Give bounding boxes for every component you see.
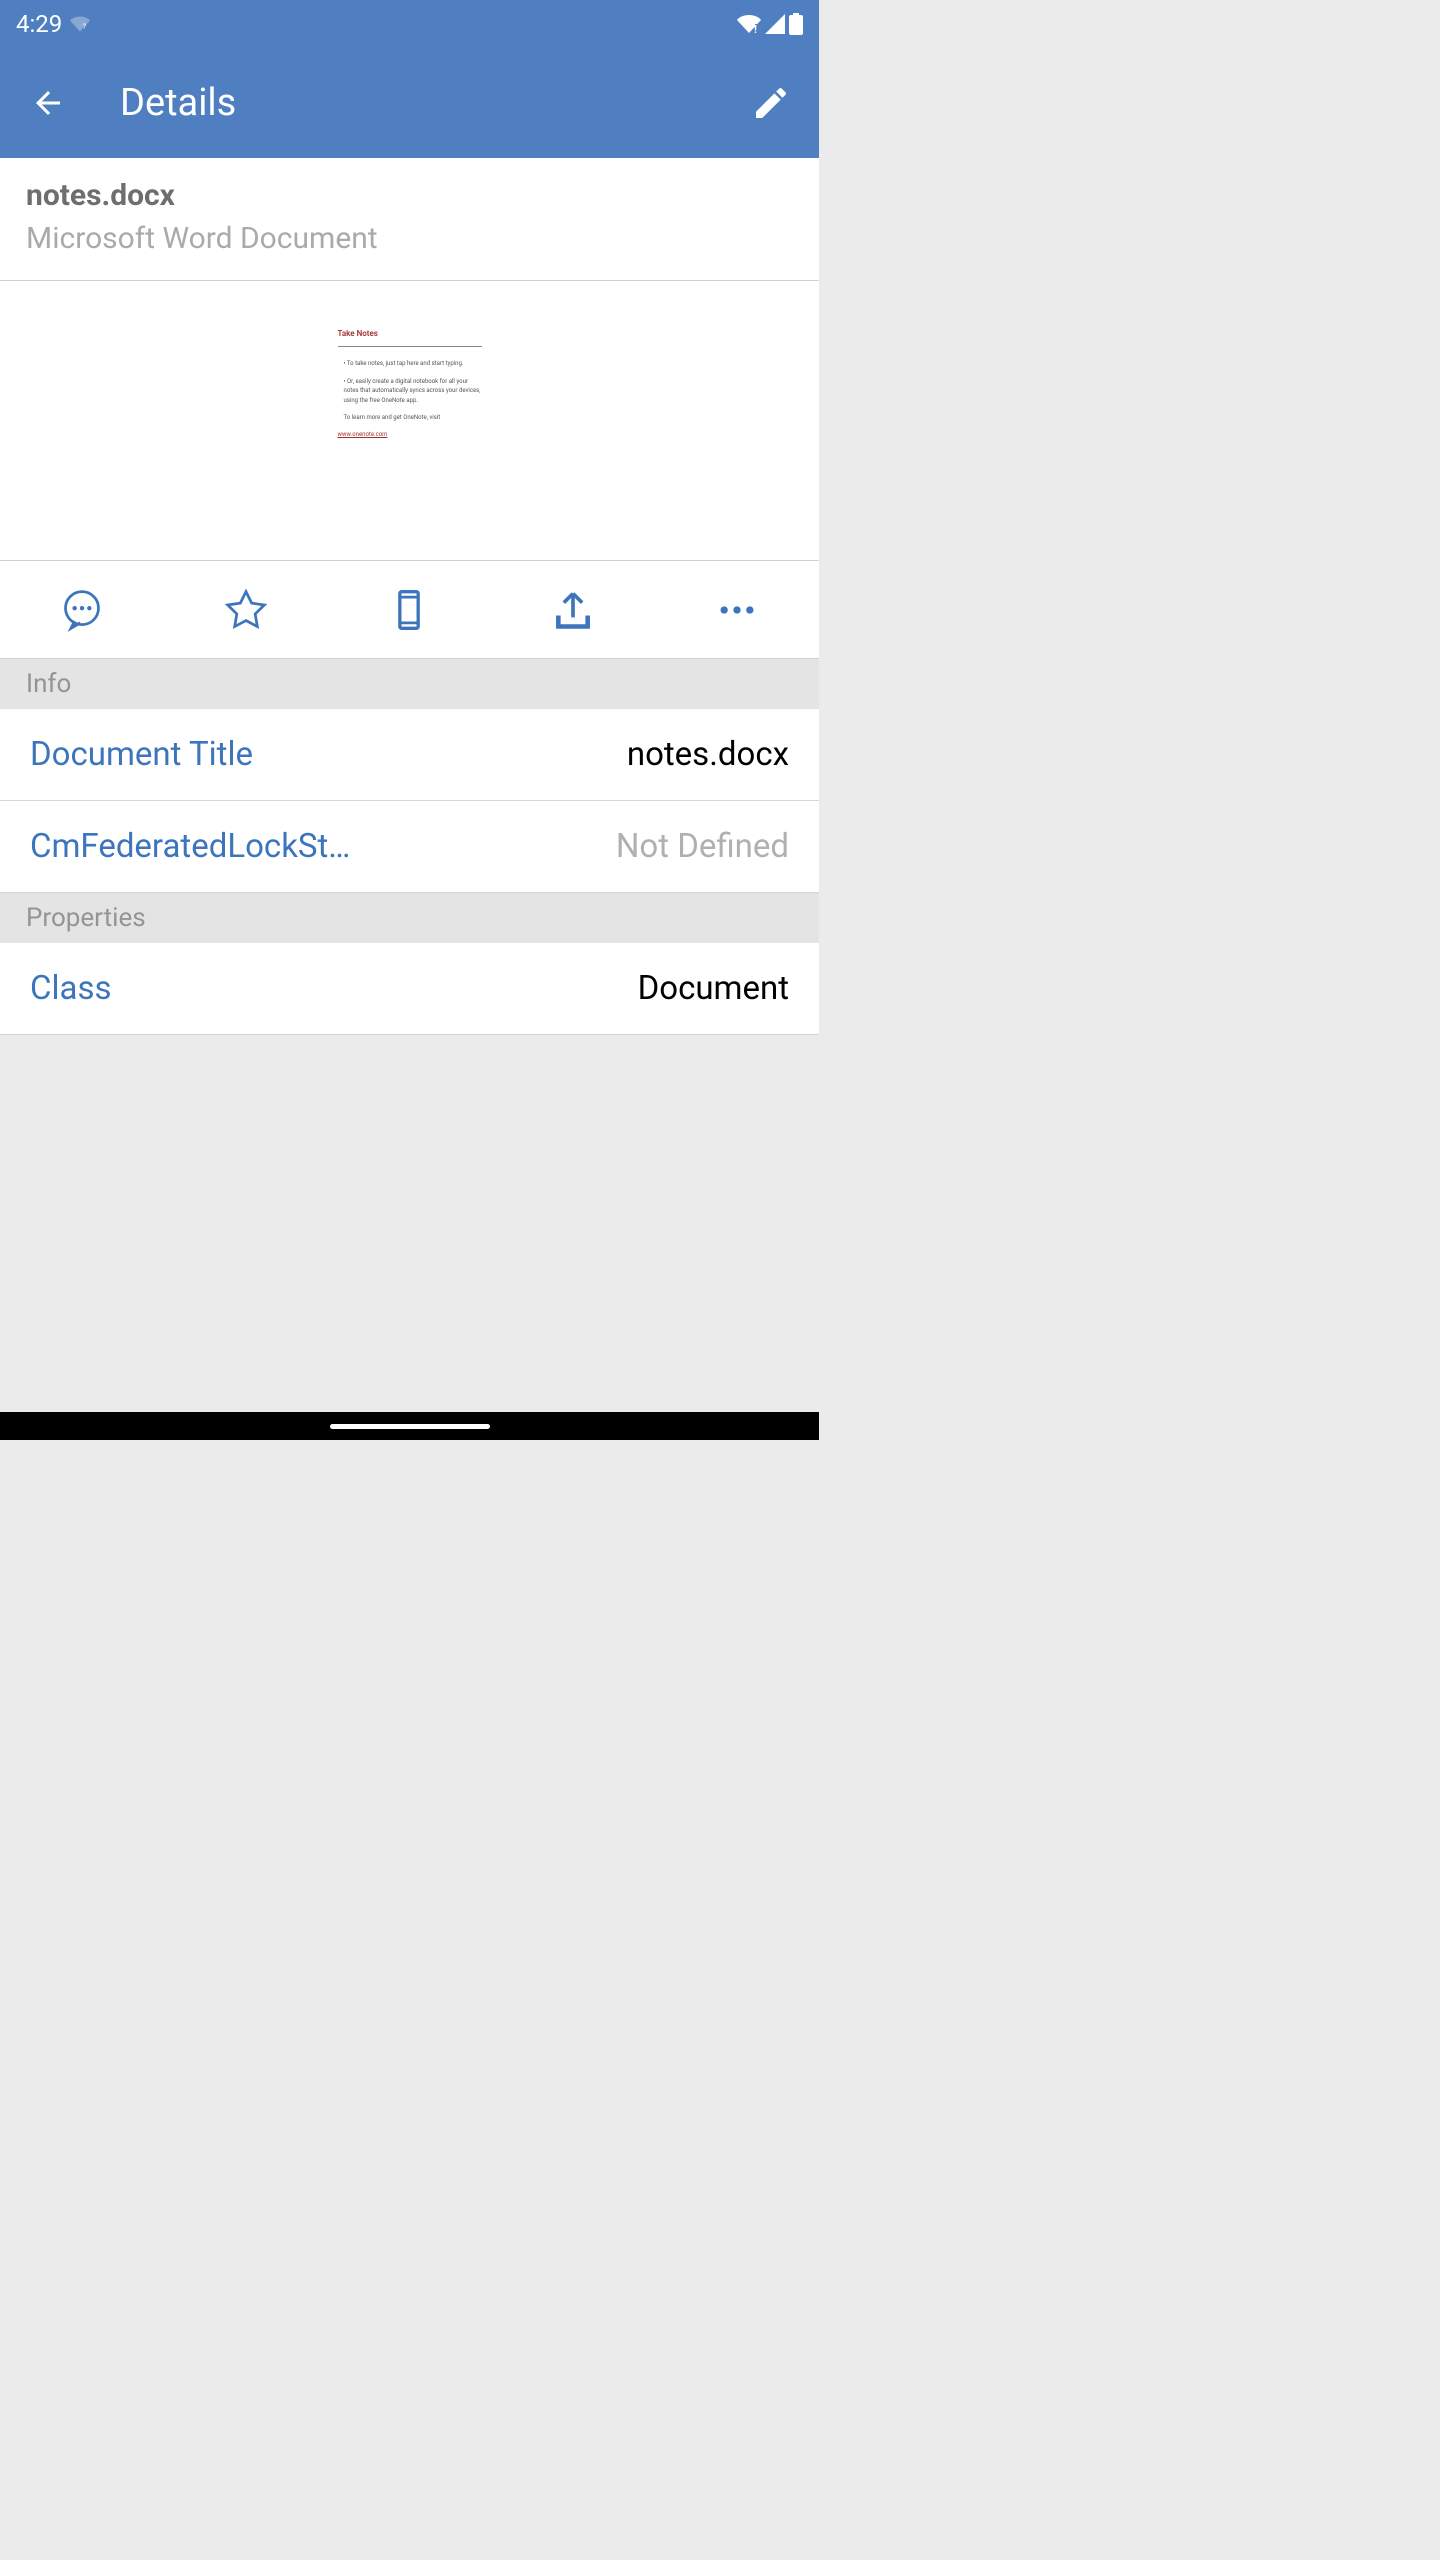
more-horizontal-icon [715,588,759,632]
preview-doc-title: Take Notes [338,329,482,338]
status-time: 4:29 [16,10,62,38]
mobile-icon [387,588,431,632]
row-label: Class [30,969,112,1008]
document-preview[interactable]: Take Notes • To take notes, just tap her… [0,281,819,561]
row-value: Not Defined [616,827,789,866]
back-button[interactable] [24,79,72,127]
info-row-federated-lock[interactable]: CmFederatedLockSt… Not Defined [0,801,819,893]
star-icon [224,588,268,632]
file-type: Microsoft Word Document [26,221,793,256]
battery-icon [789,13,803,35]
section-header-properties: Properties [0,893,819,943]
file-name: notes.docx [26,178,793,213]
section-header-info: Info [0,659,819,709]
upload-button[interactable] [491,561,655,658]
wifi-weak-icon: ? [70,16,90,32]
navigation-bar [0,1412,819,1440]
row-label: Document Title [30,735,253,774]
favorite-button[interactable] [164,561,328,658]
mobile-button[interactable] [328,561,492,658]
svg-text:?: ? [83,22,87,31]
nav-handle[interactable] [330,1424,490,1429]
comment-icon [60,588,104,632]
arrow-left-icon [30,85,66,121]
edit-button[interactable] [747,79,795,127]
row-value: Document [638,969,789,1008]
preview-footer: To learn more and get OneNote, visit [338,413,482,423]
status-bar: 4:29 ? ! [0,0,819,48]
properties-row-class[interactable]: Class Document [0,943,819,1035]
status-left: 4:29 ? [16,10,90,38]
wifi-icon: ! [737,14,761,34]
file-header: notes.docx Microsoft Word Document [0,158,819,281]
page-title: Details [120,81,747,125]
preview-bullet-2: • Or, easily create a digital notebook f… [338,377,482,406]
row-value: notes.docx [627,735,789,774]
preview-link: www.onenote.com [338,431,482,438]
comment-button[interactable] [0,561,164,658]
status-right: ! [737,13,803,35]
signal-icon [765,14,785,34]
app-bar: Details [0,48,819,158]
svg-text:!: ! [754,23,757,34]
action-toolbar [0,561,819,659]
pencil-icon [751,83,791,123]
row-label: CmFederatedLockSt… [30,827,350,866]
more-button[interactable] [655,561,819,658]
info-row-document-title[interactable]: Document Title notes.docx [0,709,819,801]
upload-icon [551,588,595,632]
preview-divider [338,346,482,347]
preview-bullet-1: • To take notes, just tap here and start… [338,359,482,369]
preview-thumbnail: Take Notes • To take notes, just tap her… [330,321,490,501]
